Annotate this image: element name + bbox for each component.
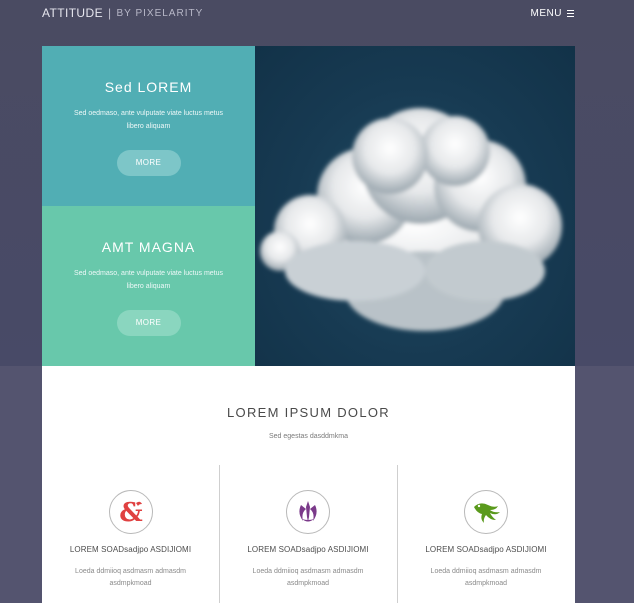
jedi-order-icon[interactable]: [286, 490, 330, 534]
panel-text-line: Sed oedmaso, ante vulputate viate luctus…: [73, 270, 224, 277]
feature-column-3: LOREM SOADsadjpo ASDIJIOMI Loeda ddmiioq…: [397, 465, 574, 603]
feature-title: LOREM SOADsadjpo ASDIJIOMI: [69, 545, 192, 554]
panel-text: Sed oedmaso, ante vulputate viate luctus…: [64, 107, 234, 133]
ampersand-dragon-icon[interactable]: &: [108, 490, 153, 534]
feature-text-line: asdmpkmoad: [286, 580, 330, 587]
feature-text-line: asdmpkmoad: [464, 580, 508, 587]
panel-title: Sed LOREM: [104, 79, 193, 95]
brand-name: ATTITUDE: [42, 6, 103, 20]
cloud-illustration: [260, 108, 562, 331]
panel-text-line: libero aliquam: [126, 123, 171, 130]
menu-button[interactable]: MENU: [531, 8, 574, 19]
feature-panel-2: AMT MAGNA Sed oedmaso, ante vulputate vi…: [42, 206, 255, 366]
winged-creature-icon[interactable]: [464, 490, 508, 534]
cloud-hero-image: [255, 46, 575, 366]
hamburger-icon: [567, 9, 574, 18]
panel-text-line: Sed oedmaso, ante vulputate viate luctus…: [73, 110, 224, 117]
feature-text: Loeda ddmiioq asdmasm admasdm asdmpkmoad: [220, 566, 396, 590]
panel-text-line: libero aliquam: [126, 283, 171, 290]
feature-title: LOREM SOADsadjpo ASDIJIOMI: [425, 545, 547, 554]
menu-label: MENU: [530, 8, 562, 19]
feature-text-line: Loeda ddmiioq asdmasm admasdm: [252, 568, 364, 575]
brand-separator: |: [107, 6, 112, 20]
feature-text-line: Loeda ddmiioq asdmasm admasdm: [430, 568, 542, 575]
feature-column-1: & LOREM SOADsadjpo ASDIJIOMI Loeda ddmii…: [42, 465, 219, 603]
feature-column-2: LOREM SOADsadjpo ASDIJIOMI Loeda ddmiioq…: [219, 465, 396, 603]
panel-text: Sed oedmaso, ante vulputate viate luctus…: [64, 267, 234, 293]
panel-title: AMT MAGNA: [101, 239, 196, 255]
more-button[interactable]: MORE: [116, 310, 181, 336]
feature-text: Loeda ddmiioq asdmasm admasdm asdmpkmoad: [42, 566, 219, 590]
more-button[interactable]: MORE: [116, 150, 181, 176]
feature-text-line: asdmpkmoad: [109, 580, 152, 587]
feature-title: LOREM SOADsadjpo ASDIJIOMI: [247, 545, 369, 554]
feature-panel-1: Sed LOREM Sed oedmaso, ante vulputate vi…: [42, 46, 255, 206]
brand-byline: BY PIXELARITY: [116, 7, 204, 19]
feature-text: Loeda ddmiioq asdmasm admasdm asdmpkmoad: [398, 566, 574, 590]
feature-text-line: Loeda ddmiioq asdmasm admasdm: [75, 568, 186, 575]
content-section: LOREM IPSUM DOLOR Sed egestas dasddmkma …: [42, 366, 575, 603]
site-brand[interactable]: ATTITUDE | BY PIXELARITY: [42, 6, 203, 20]
section-heading: LOREM IPSUM DOLOR: [227, 405, 390, 420]
section-subheading: Sed egestas dasddmkma: [269, 433, 348, 440]
